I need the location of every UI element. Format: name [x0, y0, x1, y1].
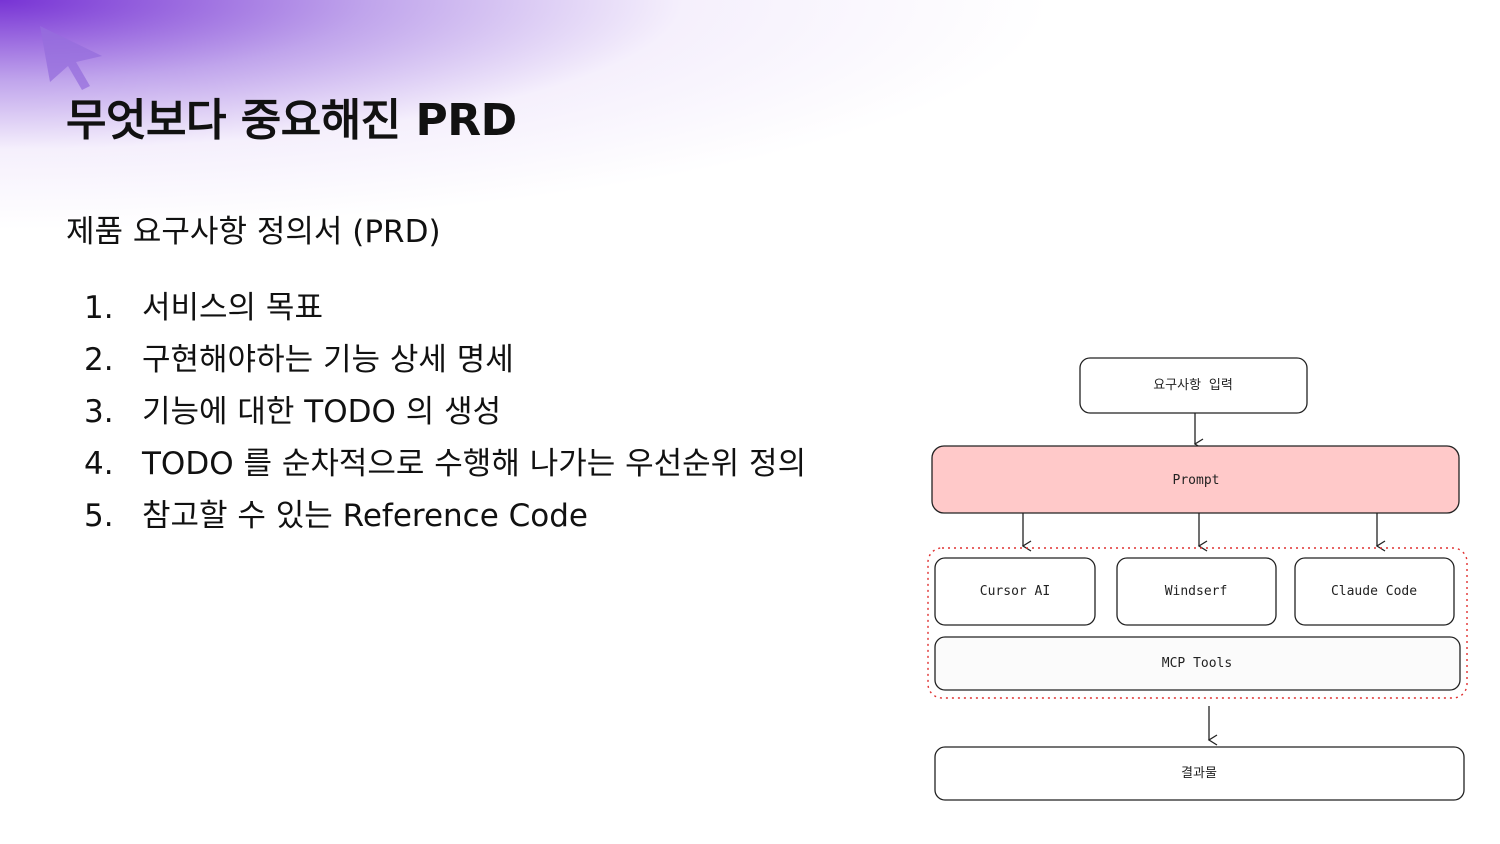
tool-node-label: Cursor AI [980, 584, 1050, 599]
tool-node-label: Claude Code [1331, 584, 1417, 599]
list-item-number: 5. [84, 498, 114, 534]
requirements-list: 1. 서비스의 목표 2. 구현해야하는 기능 상세 명세 3. 기능에 대한 … [84, 282, 806, 542]
list-item-text: 서비스의 목표 [142, 290, 323, 326]
list-item-text: 참고할 수 있는 Reference Code [142, 498, 589, 534]
page-title: 무엇보다 중요해진 PRD [66, 95, 517, 146]
list-item: 5. 참고할 수 있는 Reference Code [84, 490, 806, 542]
list-item-text: 구현해야하는 기능 상세 명세 [142, 342, 514, 378]
tool-node-label: Windserf [1165, 584, 1228, 599]
list-item-text: 기능에 대한 TODO 의 생성 [142, 394, 502, 430]
list-item: 4. TODO 를 순차적으로 수행해 나가는 우선순위 정의 [84, 438, 806, 490]
mcp-tools-node-label: MCP Tools [1162, 656, 1232, 671]
workflow-diagram-svg: 요구사항 입력 Prompt Cursor AI Windserf Claude… [927, 357, 1468, 801]
input-node-label: 요구사항 입력 [1153, 378, 1233, 393]
list-item: 2. 구현해야하는 기능 상세 명세 [84, 334, 806, 386]
prompt-node-label: Prompt [1173, 473, 1220, 488]
output-node-label: 결과물 [1181, 766, 1217, 781]
list-item: 3. 기능에 대한 TODO 의 생성 [84, 386, 806, 438]
list-item: 1. 서비스의 목표 [84, 282, 806, 334]
list-item-number: 1. [84, 290, 114, 326]
list-item-number: 3. [84, 394, 114, 430]
list-item-number: 2. [84, 342, 114, 378]
workflow-diagram: 요구사항 입력 Prompt Cursor AI Windserf Claude… [920, 350, 1480, 810]
page-subtitle: 제품 요구사항 정의서 (PRD) [66, 214, 441, 250]
list-item-number: 4. [84, 446, 114, 482]
list-item-text: TODO 를 순차적으로 수행해 나가는 우선순위 정의 [142, 446, 807, 482]
